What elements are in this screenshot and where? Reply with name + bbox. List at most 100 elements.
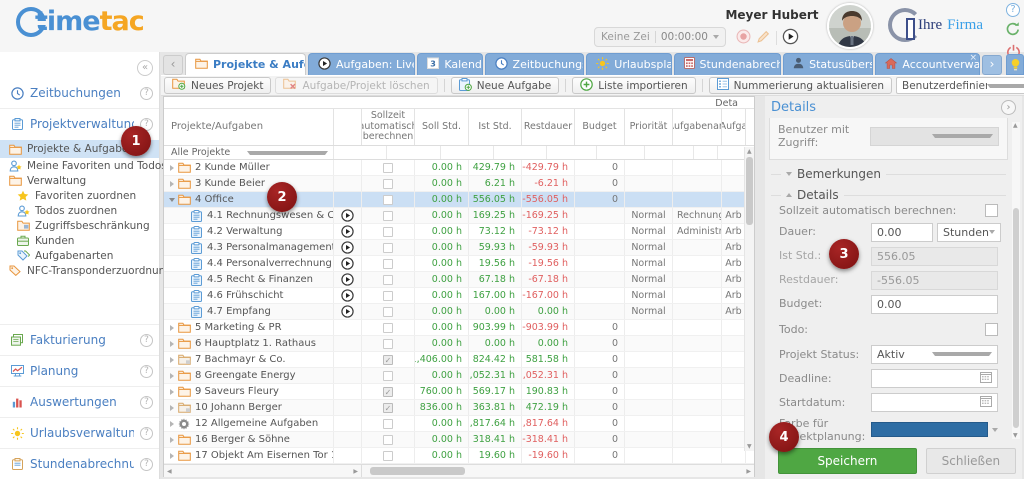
auto-calc-checkbox[interactable] [383,435,393,445]
help-icon[interactable]: ? [140,365,153,378]
auto-calc-checkbox[interactable] [985,204,998,217]
help-icon[interactable]: ? [140,396,153,409]
tab-urlaubsplaner[interactable]: Urlaubsplaner [586,53,671,75]
time-tracking-bar[interactable]: Keine Zeitbuchun... 00:00:00 [594,27,726,47]
chevron-down-icon[interactable] [167,198,177,202]
auto-calc-checkbox[interactable] [383,227,393,237]
tab-projekte-aufgaben[interactable]: Projekte & Aufgaben [185,53,306,75]
scroll-down-icon[interactable]: ▼ [1013,432,1018,439]
budget-input[interactable]: 0.00 [871,295,998,314]
sidebar-item-zugriffsbeschränkung[interactable]: Zugriffsbeschränkung [0,218,159,233]
project-filter-dropdown[interactable]: Alle Projekte [164,146,334,159]
auto-calc-checkbox[interactable] [383,179,393,189]
auto-calc-checkbox[interactable] [383,371,393,381]
table-row[interactable]: 2 Kunde Müller0.00 h429.79 h-429.79 h0 [164,160,754,176]
sidebar-item-favoriten-zuordnen[interactable]: Favoriten zuordnen [0,188,159,203]
table-row[interactable]: 4.5 Recht & Finanzen0.00 h67.18 h-67.18 … [164,272,754,288]
edit-booking-icon[interactable] [756,29,771,47]
start-task-play-button[interactable] [341,225,354,238]
details-scrollbar[interactable]: ▲ ▼ [1012,122,1020,439]
global-help-icon[interactable]: ? [1006,3,1020,17]
column-header-restdauer[interactable]: Restdauer [522,109,575,145]
auto-calc-checkbox[interactable]: ✓ [383,355,393,365]
sidebar-item-verwaltung[interactable]: Verwaltung [0,173,159,188]
deadline-input[interactable] [871,369,998,388]
table-row[interactable]: 4.3 Personalmanagement0.00 h59.93 h-59.9… [164,240,754,256]
help-icon[interactable]: ? [140,427,153,440]
help-icon[interactable]: ? [140,334,153,347]
toolbar-nummerierung-aktualisieren-button[interactable]: Nummerierung aktualisieren [709,77,892,94]
speichern-button[interactable]: Speichern [778,448,917,474]
sidebar-item-stundenabrechnung[interactable]: Stundenabrechnung? [0,448,159,479]
auto-calc-checkbox[interactable]: ✓ [383,403,393,413]
auto-calc-checkbox[interactable] [383,195,393,205]
sidebar-item-fakturierung[interactable]: Fakturierung? [0,324,159,355]
auto-calc-checkbox[interactable] [383,163,393,173]
start-task-play-button[interactable] [341,289,354,302]
chevron-right-icon[interactable] [167,325,177,331]
table-row[interactable]: 3 Kunde Beier0.00 h6.21 h-6.21 h0 [164,176,754,192]
section-bemerkungen[interactable]: Bemerkungen [771,167,1006,181]
auto-calc-checkbox[interactable] [383,323,393,333]
chevron-right-icon[interactable] [167,373,177,379]
close-tab-icon[interactable]: × [969,53,977,63]
tab-aufgaben-livestart[interactable]: Aufgaben: LiveStart [308,53,415,75]
calendar-icon[interactable] [980,395,992,410]
sidebar-item-nfc-transponderzuordnung[interactable]: NFC-Transponderzuordnung [0,263,159,278]
column-header-priorität[interactable]: Priorität [625,109,673,145]
auto-calc-checkbox[interactable] [383,419,393,429]
column-header-sollzeit-automatisch-berechnen[interactable]: Sollzeit automatisch berechnen [362,109,415,145]
todo-checkbox[interactable] [985,323,998,336]
toolbar-neues-projekt-button[interactable]: Neues Projekt [164,77,271,94]
tab-kalender[interactable]: 3Kalender [417,53,482,75]
sidebar-item-planung[interactable]: Planung? [0,355,159,386]
column-header-aufga[interactable]: Aufga [722,109,746,145]
lightbulb-button[interactable] [1006,54,1024,75]
chevron-right-icon[interactable] [167,165,177,171]
sidebar-item-urlaubsverwaltung[interactable]: Urlaubsverwaltung? [0,417,159,448]
chevron-down-icon[interactable] [713,35,719,39]
chevron-right-icon[interactable] [167,357,177,363]
scroll-up-icon[interactable]: ▲ [747,148,752,155]
table-row[interactable]: 4.4 Personalverrechnung0.00 h19.56 h-19.… [164,256,754,272]
table-row[interactable]: 5 Marketing & PR0.00 h903.99 h-903.99 h0 [164,320,754,336]
table-row[interactable]: 17 Objekt Am Eisernen Tor 10.00 h19.60 h… [164,448,754,464]
color-swatch[interactable] [871,422,988,437]
grid-vertical-scrollbar[interactable]: ▲ ▼ [744,147,754,451]
table-row[interactable]: 6 Hauptplatz 1. Rathaus0.00 h0.00 h0.00 … [164,336,754,352]
column-header-aufgabenart[interactable]: Aufgabenart [673,109,722,145]
table-row[interactable]: 16 Berger & Söhne0.00 h318.41 h-318.41 h… [164,432,754,448]
table-row[interactable]: 7 Bachmayr & Co.✓1,406.00 h824.42 h581.5… [164,352,754,368]
view-dropdown[interactable]: Benutzerdefinierte Eigenschaften, F [896,77,1024,94]
auto-calc-checkbox[interactable] [383,211,393,221]
table-row[interactable]: 9 Saveurs Fleury✓760.00 h569.17 h190.83 … [164,384,754,400]
startdatum-input[interactable] [871,393,998,412]
auto-calc-checkbox[interactable] [383,291,393,301]
column-header-budget[interactable]: Budget [575,109,625,145]
projekt-status-select[interactable]: Aktiv [871,345,998,364]
sidebar-item-kunden[interactable]: Kunden [0,233,159,248]
start-task-play-button[interactable] [341,273,354,286]
auto-calc-checkbox[interactable] [383,339,393,349]
chevron-right-icon[interactable] [167,421,177,427]
chevron-right-icon[interactable] [167,389,177,395]
column-header-soll-std[interactable]: Soll Std. [415,109,469,145]
table-row[interactable]: 4.7 Empfang0.00 h0.00 h0.00 hNormalArb [164,304,754,320]
tab-accountverwaltung[interactable]: Accountverwaltung× [875,53,980,75]
sidebar-item-zeitbuchungen[interactable]: Zeitbuchungen? [0,78,159,108]
panel-collapse-icon[interactable]: › [1001,100,1016,115]
calendar-icon[interactable] [980,371,992,386]
user-avatar[interactable] [827,3,873,49]
chevron-right-icon[interactable] [167,437,177,443]
user-name[interactable]: Meyer Hubert [722,8,822,22]
start-task-play-button[interactable] [341,257,354,270]
sidebar-item-todos-zuordnen[interactable]: Todos zuordnen [0,203,159,218]
chevron-right-icon[interactable] [167,453,177,459]
chevron-right-icon[interactable] [167,181,177,187]
start-timer-button[interactable] [782,28,799,48]
auto-calc-checkbox[interactable] [383,451,393,461]
start-task-play-button[interactable] [341,241,354,254]
section-details[interactable]: Details [771,188,1006,202]
help-icon[interactable]: ? [140,458,153,471]
sidebar-item-aufgabenarten[interactable]: Aufgabenarten [0,248,159,263]
